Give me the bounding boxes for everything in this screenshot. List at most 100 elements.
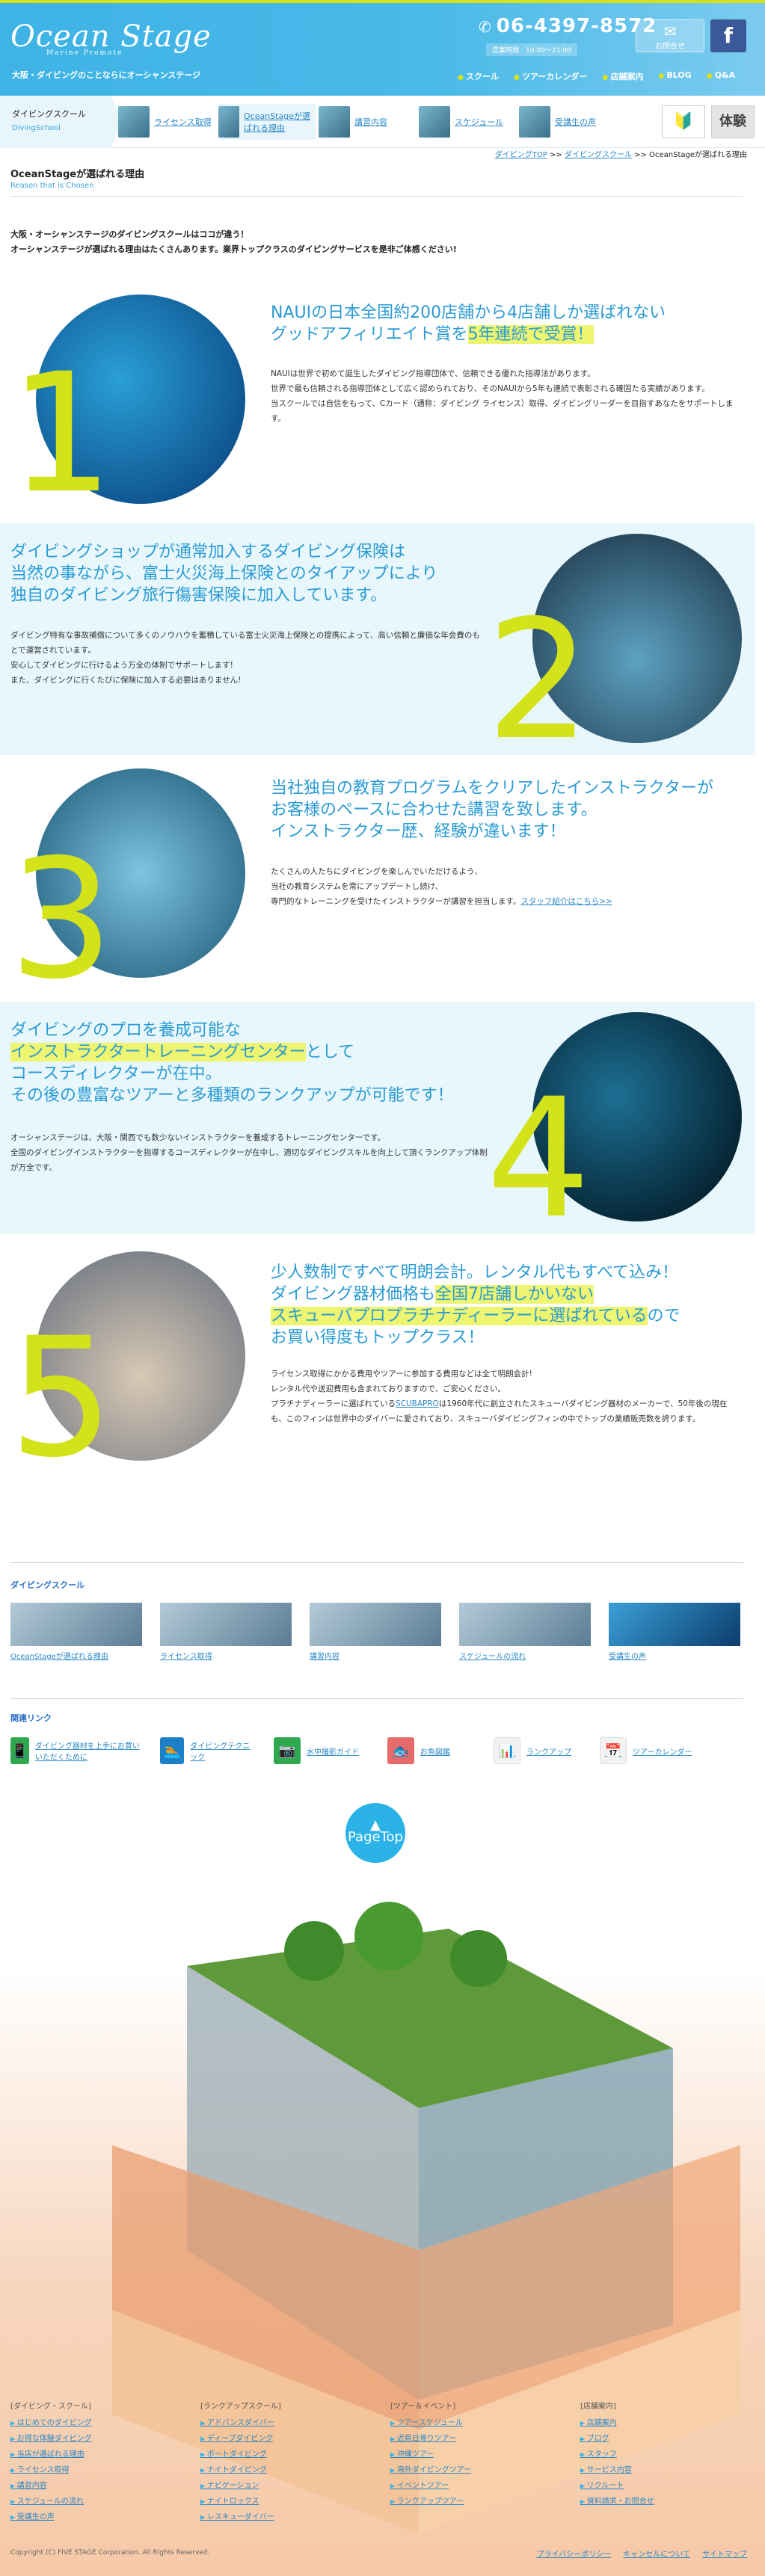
nav-item-voice[interactable]: 受講生の声	[519, 104, 616, 140]
thumb-image	[459, 1603, 591, 1646]
footer-link[interactable]: ランクアップツアー	[390, 2494, 532, 2509]
footer-link[interactable]: スタッフ	[580, 2447, 722, 2462]
heading-line: ダイビングのプロを養成可能な	[10, 1021, 242, 1040]
related-link-calendar[interactable]: 📅 ツアーカレンダー	[600, 1737, 704, 1764]
footer-link[interactable]: お得な体験ダイビング	[10, 2431, 153, 2447]
thumb-caption: ライセンス取得	[160, 1653, 212, 1661]
footer-link[interactable]: 資料請求・お問合せ	[580, 2494, 722, 2509]
phone-icon: 📱	[10, 1737, 29, 1764]
footer-link[interactable]: ナイトダイビング	[200, 2462, 342, 2478]
header-link-tour-calendar[interactable]: ツアーカレンダー	[514, 70, 587, 82]
school-thumb-reason[interactable]: OceanStageが選ばれる理由	[10, 1603, 142, 1661]
footer-link[interactable]: ボートダイビング	[200, 2447, 342, 2462]
body-line: NAUIは世界で初めて誕生したダイビング指導団体で、信頼できる優れた指導法があり…	[271, 369, 595, 378]
footer-link[interactable]: 海外ダイビングツアー	[390, 2462, 532, 2478]
header-link-qa[interactable]: Q&A	[707, 70, 735, 82]
facebook-button[interactable]: f	[710, 19, 746, 52]
footer-col-school: [ダイビング・スクール] はじめてのダイビングお得な体験ダイビング当店が選ばれる…	[10, 2400, 153, 2525]
header-link-school[interactable]: スクール	[458, 70, 499, 82]
site-tagline: 大阪・ダイビングのことならにオーシャンステージ	[12, 70, 201, 80]
footer-link[interactable]: 受講生の声	[10, 2509, 153, 2525]
intro-line-1: 大阪・オーシャンステージのダイビングスクールはココが違う！	[10, 229, 249, 239]
heading-text: ダイビング器材価格も	[271, 1285, 436, 1304]
footer-link[interactable]: リクルート	[580, 2478, 722, 2494]
site-logo[interactable]: Ocean Stage Marine Promote	[10, 19, 212, 57]
related-section-title: 関連リンク	[10, 1713, 52, 1723]
school-nav-title: ダイビングスクール DivingSchool	[0, 96, 123, 148]
breadcrumb-current: OceanStageが選ばれる理由	[649, 151, 747, 159]
footer-link[interactable]: ツアースケジュール	[390, 2415, 532, 2431]
footer-link[interactable]: レスキューダイバー	[200, 2509, 342, 2525]
nav-item-schedule[interactable]: スケジュール	[419, 104, 516, 140]
staff-link[interactable]: スタッフ紹介はこちら>>	[520, 897, 612, 906]
school-thumb-course[interactable]: 講習内容	[310, 1603, 441, 1661]
footer-link[interactable]: ナイトロックス	[200, 2494, 342, 2509]
body-line: 全国のダイビングインストラクターを指導するコースディレクターが在中し、適切なダイ…	[10, 1148, 488, 1172]
title-divider	[10, 196, 743, 197]
footer-link[interactable]: ブログ	[580, 2431, 722, 2447]
body-line: たくさんの人たちにダイビングを楽しんでいただけるよう、	[271, 867, 482, 876]
heading-line: NAUIの日本全国約200店舗から4店舗しか選ばれない	[271, 303, 666, 322]
body-line: 当スクールでは自信をもって、Cカード（通称：ダイビング ライセンス）取得、ダイビ…	[271, 399, 734, 423]
beginner-mark-icon[interactable]: 🔰	[662, 105, 705, 138]
footer-link[interactable]: 当店が選ばれる理由	[10, 2447, 153, 2462]
cancel-policy-link[interactable]: キャンセルについて	[623, 2548, 690, 2559]
footer-link[interactable]: ナビゲーション	[200, 2478, 342, 2494]
nav-item-license[interactable]: ライセンス取得	[118, 104, 215, 140]
breadcrumb-diving-school[interactable]: ダイビングスクール	[565, 151, 632, 159]
contact-label: お問合せ	[655, 43, 685, 51]
breadcrumb-diving-top[interactable]: ダイビングTOP	[495, 151, 547, 159]
page-subtitle: Reason that is Chosen	[10, 182, 94, 190]
footer-columns: [ダイビング・スクール] はじめてのダイビングお得な体験ダイビング当店が選ばれる…	[10, 2400, 722, 2525]
nav-item-course[interactable]: 講習内容	[319, 104, 416, 140]
related-link-label: ダイビング器材を上手にお買いいただくために	[34, 1743, 140, 1762]
school-thumb-schedule[interactable]: スケジュールの流れ	[459, 1603, 591, 1661]
footer-link[interactable]: 近県日帰りツアー	[390, 2431, 532, 2447]
related-link-rankup[interactable]: 📊 ランクアップ	[494, 1737, 583, 1764]
related-link-equipment[interactable]: 📱 ダイビング器材を上手にお買いいただくために	[10, 1737, 144, 1764]
reason-number: 1	[9, 338, 114, 529]
nav-item-reason[interactable]: OceanStageが選ばれる理由	[218, 104, 316, 140]
footer-link[interactable]: はじめてのダイビング	[10, 2415, 153, 2431]
school-thumb-voice[interactable]: 受講生の声	[609, 1603, 740, 1661]
privacy-policy-link[interactable]: プライバシーポリシー	[536, 2548, 611, 2559]
footer-link[interactable]: 沖縄ツアー	[390, 2447, 532, 2462]
page-top-button[interactable]: ▲ PageTop	[345, 1803, 405, 1863]
heading-highlight: 全国7店舗しかいない	[435, 1285, 595, 1304]
footer-link[interactable]: スケジュールの流れ	[10, 2494, 153, 2509]
footer-link[interactable]: ディープダイビング	[200, 2431, 342, 2447]
footer-col-title: [ランクアップスクール]	[200, 2403, 281, 2411]
nav-item-label: ライセンス取得	[154, 117, 212, 127]
trial-dive-button[interactable]: 体験	[711, 105, 755, 138]
contact-button[interactable]: ✉ お問合せ	[636, 19, 704, 52]
footer-link[interactable]: サービス内容	[580, 2462, 722, 2478]
intro-line-2: オーシャンステージが選ばれる理由はたくさんあります。業界トップクラスのダイビング…	[10, 244, 457, 254]
footer-link[interactable]: ライセンス取得	[10, 2462, 153, 2478]
footer-link[interactable]: イベントツアー	[390, 2478, 532, 2494]
reason-5-body: ライセンス取得にかかる費用やツアーに参加する費用などは全て明朗会計! レンタル代や…	[271, 1366, 742, 1426]
site-header: Ocean Stage Marine Promote 大阪・ダイビングのことならに…	[0, 3, 765, 96]
footer-link[interactable]: 店舗案内	[580, 2415, 722, 2431]
footer-link[interactable]: 講習内容	[10, 2478, 153, 2494]
chart-icon: 📊	[494, 1737, 520, 1764]
phone-number[interactable]: ✆ 06-4397-8572	[479, 15, 657, 37]
footer-link[interactable]: アドバンスダイバー	[200, 2415, 342, 2431]
reason-number: 4	[486, 1063, 591, 1254]
header-link-blog[interactable]: BLOG	[658, 70, 691, 82]
school-thumb-license[interactable]: ライセンス取得	[160, 1603, 292, 1661]
sitemap-link[interactable]: サイトマップ	[702, 2548, 747, 2559]
footer-col-tour: [ツアー＆イベント] ツアースケジュール近県日帰りツアー沖縄ツアー海外ダイビング…	[390, 2400, 532, 2525]
scubapro-link[interactable]: SCUBAPRO	[396, 1399, 439, 1408]
thumb-image	[609, 1603, 740, 1646]
header-link-shop[interactable]: 店舗案内	[602, 70, 643, 82]
related-link-label: 水中撮影ガイド	[307, 1748, 359, 1757]
reason-3-heading: 当社独自の教育プログラムをクリアしたインストラクターが お客様のペースに合わせた講…	[271, 777, 713, 842]
related-link-technique[interactable]: 🏊 ダイビングテクニック	[160, 1737, 257, 1764]
related-link-photo[interactable]: 📷 水中撮影ガイド	[274, 1737, 371, 1764]
nav-subtitle-text: DivingSchool	[12, 124, 61, 132]
body-line: また、ダイビングに行くたびに保険に加入する必要はありません!	[10, 676, 242, 685]
reason-number: 3	[9, 824, 114, 1015]
section-divider	[10, 1562, 743, 1563]
related-link-fish[interactable]: 🐟 お魚図鑑	[387, 1737, 477, 1764]
heading-highlight: 5年連続で受賞！	[467, 325, 594, 344]
